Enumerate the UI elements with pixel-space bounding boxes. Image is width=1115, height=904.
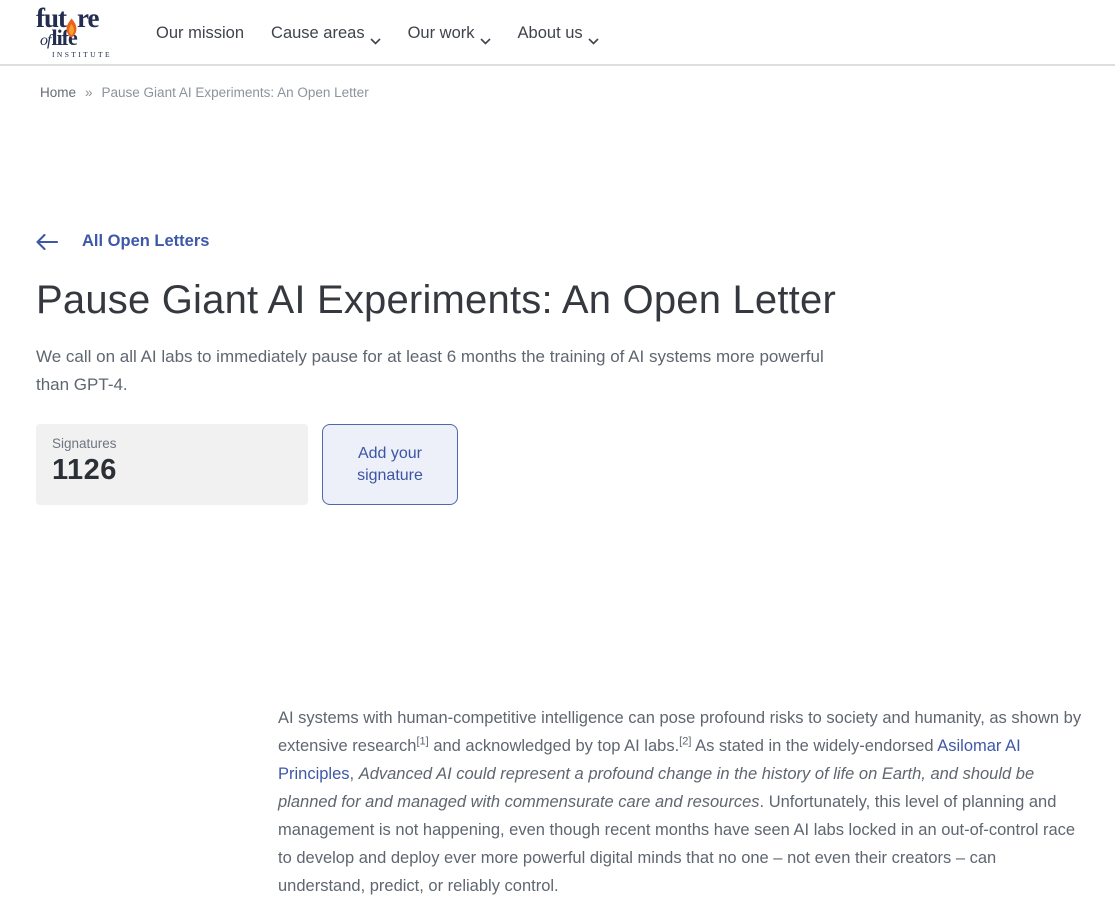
fli-logo[interactable]: fut re oflife INSTITUTE [36, 5, 114, 59]
nav-item-cause-areas[interactable]: Cause areas [271, 23, 381, 45]
nav-item-our-work[interactable]: Our work [407, 23, 491, 45]
chevron-down-icon [370, 31, 381, 45]
chevron-down-icon [479, 31, 491, 45]
signature-row: Signatures 1126 Add your signature [36, 424, 856, 505]
page-subtitle: We call on all AI labs to immediately pa… [36, 347, 824, 394]
site-header: fut re oflife INSTITUTE Our mission Cause… [0, 0, 1115, 66]
letter-paragraph: AI systems with human-competitive intell… [278, 704, 1084, 900]
open-letter-body: AI systems with human-competitive intell… [278, 704, 1084, 900]
breadcrumb: Home » Pause Giant AI Experiments: An Op… [0, 66, 1115, 100]
logo-word-institute: INSTITUTE [52, 50, 112, 60]
breadcrumb-separator: » [85, 85, 93, 100]
breadcrumb-home-link[interactable]: Home [40, 85, 76, 100]
main-nav: Our mission Cause areas Our work About u… [156, 23, 599, 45]
footnote-ref[interactable]: [2] [679, 736, 691, 748]
paragraph-text: As stated in the widely-endorsed [691, 737, 938, 755]
nav-item-about-us[interactable]: About us [517, 23, 599, 45]
nav-item-our-mission[interactable]: Our mission [156, 24, 244, 43]
flame-icon [66, 16, 77, 38]
page-title: Pause Giant AI Experiments: An Open Lett… [36, 278, 836, 322]
nav-label: About us [517, 23, 583, 42]
signatures-label: Signatures [52, 436, 117, 451]
paragraph-text: , [349, 765, 359, 783]
chevron-down-icon [588, 31, 599, 45]
nav-label: Our mission [156, 23, 245, 42]
nav-label: Our work [407, 23, 475, 42]
breadcrumb-current: Pause Giant AI Experiments: An Open Lett… [101, 85, 369, 100]
signatures-count: 1126 [52, 454, 117, 486]
all-open-letters-link[interactable]: All Open Letters [82, 232, 209, 251]
logo-text: of [40, 32, 51, 50]
left-arrow-icon[interactable] [36, 233, 59, 250]
logo-text: re [77, 3, 100, 34]
paragraph-text: and acknowledged by top AI labs. [428, 737, 680, 755]
main-content: All Open Letters Pause Giant AI Experime… [36, 232, 856, 505]
add-signature-button[interactable]: Add your signature [322, 424, 458, 505]
signatures-card: Signatures 1126 [36, 424, 308, 505]
back-link-row[interactable]: All Open Letters [36, 232, 856, 251]
nav-label: Cause areas [271, 23, 365, 42]
footnote-ref[interactable]: [1] [417, 736, 429, 748]
